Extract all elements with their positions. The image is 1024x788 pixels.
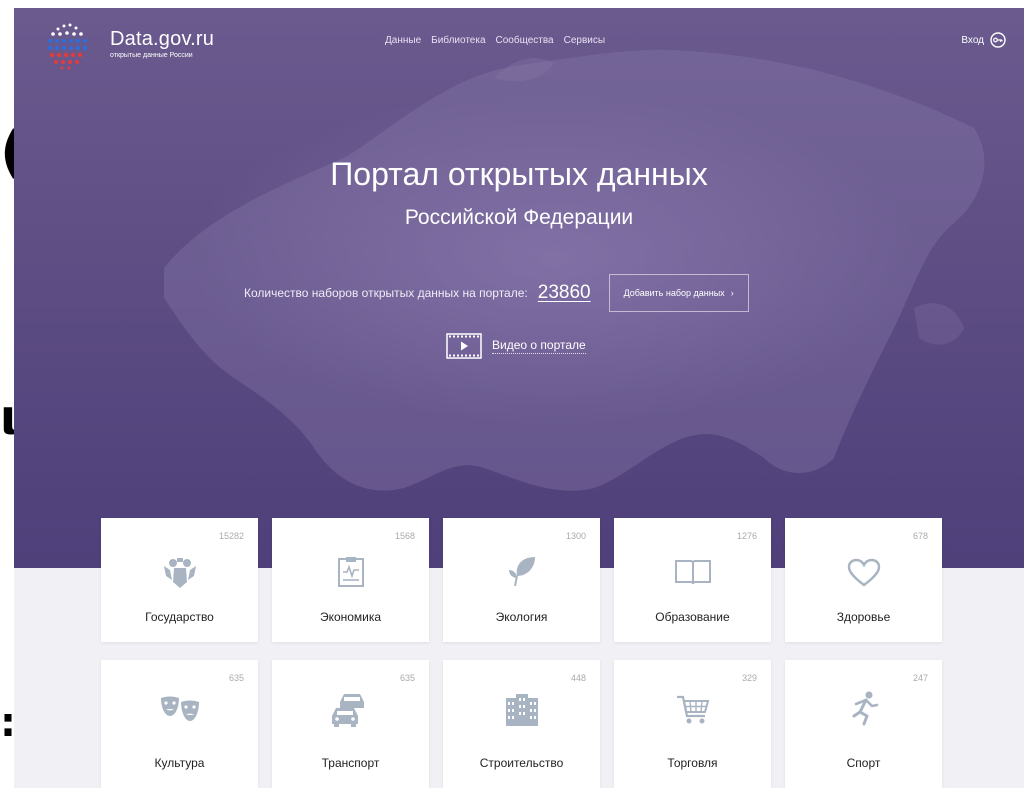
add-dataset-label: Добавить набор данных xyxy=(623,288,725,298)
dataset-count-label: Количество наборов открытых данных на по… xyxy=(244,286,528,300)
nav-data[interactable]: Данные xyxy=(385,35,421,46)
leaf-icon xyxy=(443,554,600,588)
nav-services[interactable]: Сервисы xyxy=(564,35,605,46)
building-icon xyxy=(443,692,600,726)
login-button[interactable]: Вход xyxy=(961,32,1006,48)
theater-masks-icon xyxy=(101,694,258,724)
main-nav: Данные Библиотека Сообщества Сервисы xyxy=(385,35,605,46)
category-label: Экология xyxy=(495,610,548,624)
dataset-count-link[interactable]: 23860 xyxy=(538,282,591,304)
dataset-count-row: Количество наборов открытых данных на по… xyxy=(244,274,749,312)
category-card-culture[interactable]: 635 Культура xyxy=(101,660,258,788)
heart-icon xyxy=(785,558,942,588)
add-dataset-button[interactable]: Добавить набор данных › xyxy=(608,274,749,312)
category-count: 635 xyxy=(399,673,415,683)
nav-communities[interactable]: Сообщества xyxy=(496,35,554,46)
category-count: 635 xyxy=(228,673,244,683)
category-count: 1568 xyxy=(394,531,415,541)
category-count: 15282 xyxy=(218,531,244,541)
category-label: Спорт xyxy=(846,756,881,770)
category-count: 1276 xyxy=(736,531,757,541)
cars-icon xyxy=(272,690,429,728)
category-count: 329 xyxy=(741,673,757,683)
runner-icon xyxy=(785,690,942,726)
category-label: Государство xyxy=(145,610,214,624)
page: Data.gov.ru открытые данные России Данны… xyxy=(14,8,1024,788)
category-count: 247 xyxy=(912,673,928,683)
video-film-icon xyxy=(446,333,482,359)
category-card-health[interactable]: 678 Здоровье xyxy=(785,518,942,642)
key-circle-icon xyxy=(990,32,1006,48)
book-icon xyxy=(614,558,771,586)
category-label: Транспорт xyxy=(321,756,380,770)
shopping-cart-icon xyxy=(614,694,771,726)
page-subtitle: Российской Федерации xyxy=(404,206,634,229)
coat-of-arms-icon xyxy=(101,556,258,590)
category-label: Торговля xyxy=(667,756,718,770)
chevron-right-icon: › xyxy=(730,288,734,298)
hero-section: Data.gov.ru открытые данные России Данны… xyxy=(14,8,1024,568)
clipboard-chart-icon xyxy=(272,556,429,588)
page-title: Портал открытых данных xyxy=(330,156,708,192)
category-label: Строительство xyxy=(479,756,564,770)
category-card-ecology[interactable]: 1300 Экология xyxy=(443,518,600,642)
category-card-economy[interactable]: 1568 Экономика xyxy=(272,518,429,642)
brand-subtitle: открытые данные России xyxy=(110,52,193,59)
category-count: 448 xyxy=(570,673,586,683)
category-label: Экономика xyxy=(319,610,382,624)
login-label: Вход xyxy=(961,34,984,46)
category-card-sport[interactable]: 247 Спорт xyxy=(785,660,942,788)
category-card-education[interactable]: 1276 Образование xyxy=(614,518,771,642)
category-label: Образование xyxy=(655,610,730,624)
video-link-label: Видео о портале xyxy=(492,338,586,354)
category-count: 678 xyxy=(912,531,928,541)
category-label: Здоровье xyxy=(836,610,891,624)
category-label: Культура xyxy=(154,756,205,770)
category-count: 1300 xyxy=(565,531,586,541)
nav-library[interactable]: Библиотека xyxy=(431,35,485,46)
category-card-construction[interactable]: 448 Строительство xyxy=(443,660,600,788)
category-card-trade[interactable]: 329 Торговля xyxy=(614,660,771,788)
brand-title[interactable]: Data.gov.ru xyxy=(110,28,214,51)
video-link[interactable]: Видео о портале xyxy=(446,333,586,359)
data-gov-logo-icon[interactable] xyxy=(42,20,94,72)
category-card-state[interactable]: 15282 Государство xyxy=(101,518,258,642)
category-card-transport[interactable]: 635 Транспорт xyxy=(272,660,429,788)
